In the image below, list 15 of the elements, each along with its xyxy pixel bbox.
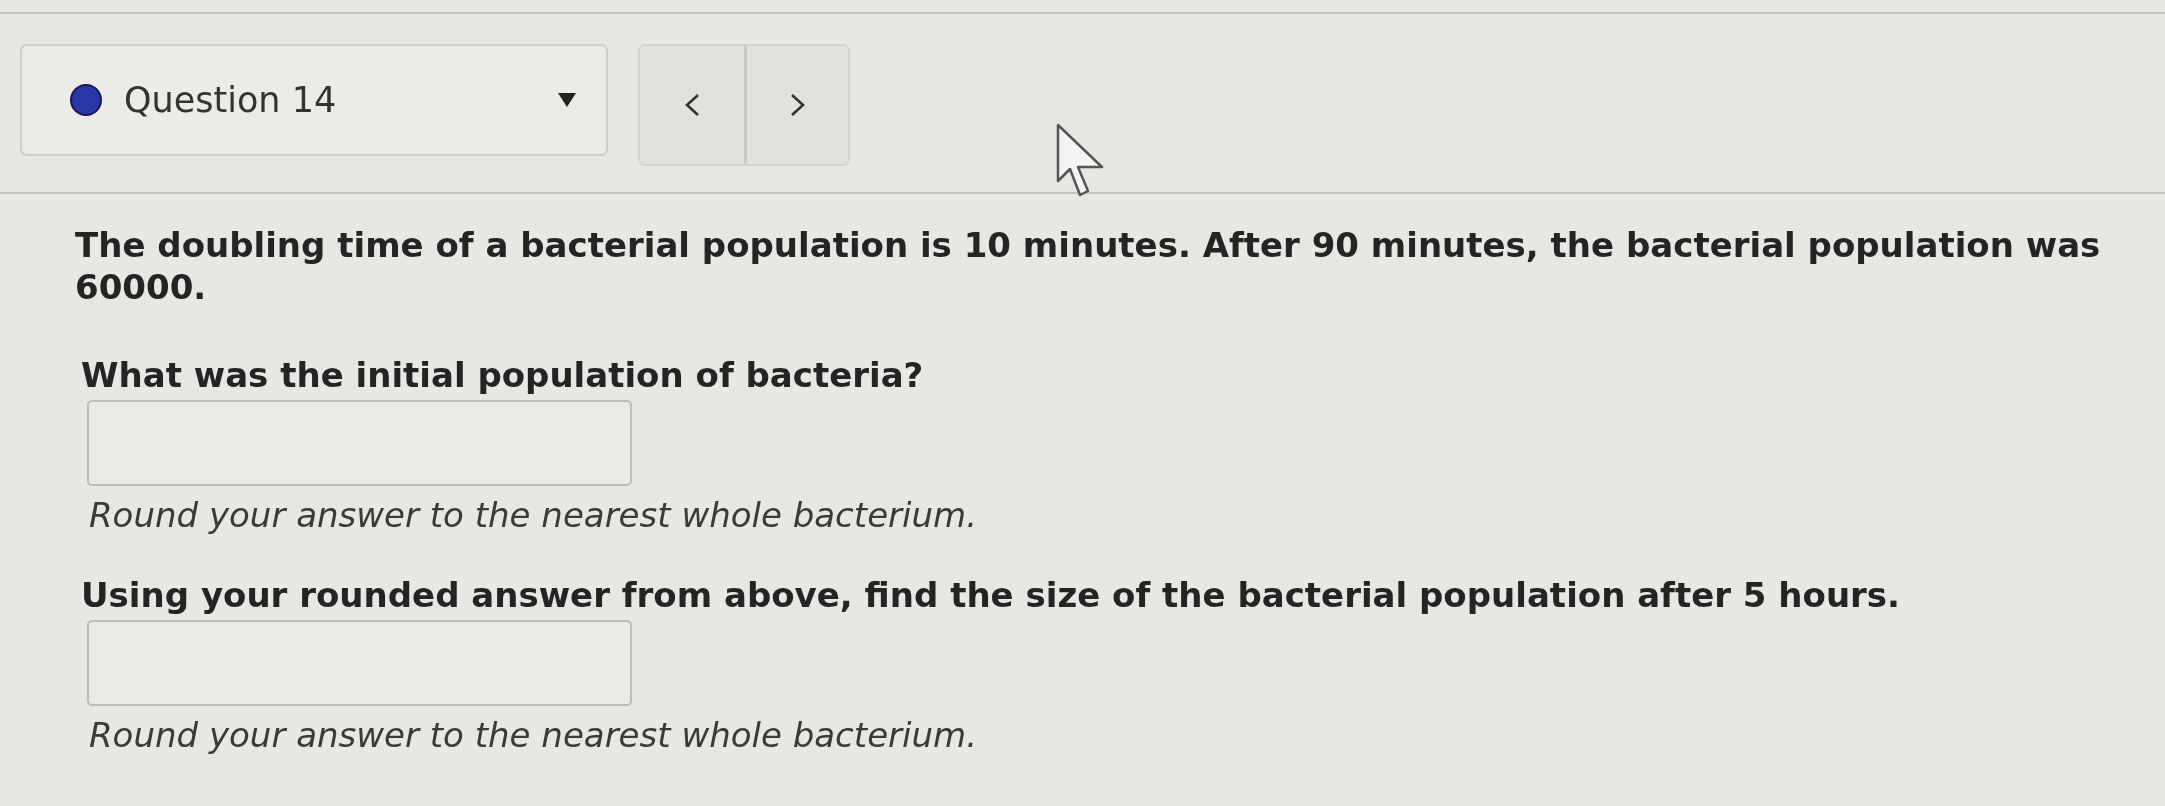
next-button[interactable] [744, 46, 848, 164]
caret-icon [558, 93, 576, 107]
question-prompt: What was the initial population of bacteria? [81, 354, 925, 396]
rounding-hint: Round your answer to the nearest whole bacterium. [89, 494, 978, 536]
question-text: The doubling time of a bacterial population is 10 minutes. After 90 minutes, the bacterial population was 60000. [75, 224, 2102, 308]
rounding-hint: Round your answer to the nearest whole bacterium. [89, 714, 978, 756]
question-selector[interactable]: Question 14 [20, 44, 608, 156]
chevron-right-icon [789, 93, 806, 117]
status-dot-icon [70, 84, 102, 116]
chevron-left-icon [684, 93, 700, 117]
answer-field[interactable] [87, 620, 632, 706]
answer-field[interactable] [87, 400, 632, 486]
mouse-pointer-icon [1056, 123, 1104, 199]
previous-button[interactable] [640, 46, 744, 164]
question-prompt: Using your rounded answer from above, find the size of the bacterial population after 5 hours. [81, 574, 1902, 616]
